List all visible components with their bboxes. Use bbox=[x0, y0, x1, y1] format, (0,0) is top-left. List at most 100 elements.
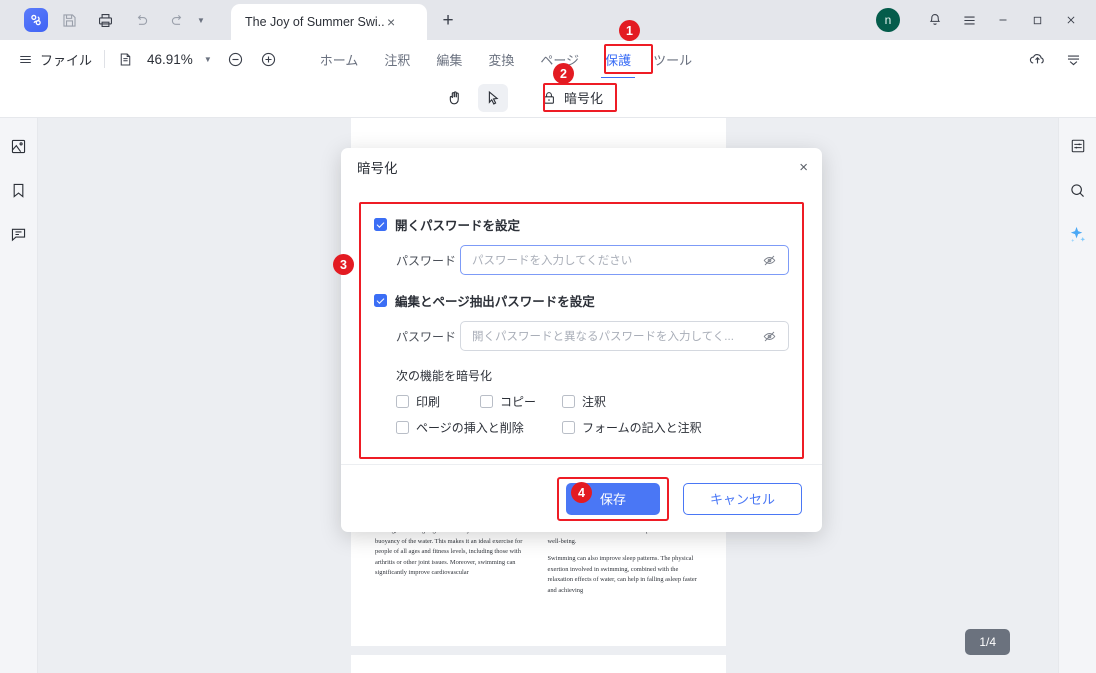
page-layout-icon[interactable] bbox=[117, 51, 134, 68]
search-icon[interactable] bbox=[1066, 178, 1090, 202]
lock-icon bbox=[541, 90, 557, 106]
copy-label: コピー bbox=[500, 395, 537, 409]
permission-print[interactable]: 印刷 bbox=[396, 393, 480, 410]
file-menu-label[interactable]: ファイル bbox=[40, 50, 92, 69]
chevron-down-icon[interactable]: ▼ bbox=[204, 55, 212, 64]
window-controls: n bbox=[876, 0, 1096, 40]
open-password-field-label: パスワード bbox=[396, 253, 457, 268]
open-password-row: パスワード パスワードを入力してください bbox=[396, 245, 789, 275]
zoom-out-button[interactable] bbox=[226, 50, 245, 69]
page-insert-delete-label: ページの挿入と削除 bbox=[416, 421, 524, 435]
permissions-section-label: 次の機能を暗号化 bbox=[396, 369, 493, 383]
save-icon[interactable] bbox=[54, 5, 84, 35]
encrypt-dialog: 暗号化 × 開くパスワードを設定 パスワード パスワードを入力してください 編集… bbox=[341, 148, 822, 532]
permissions-list: 印刷 コピー 注釈 ページの挿入と削除 フォームの記入と注釈 bbox=[396, 393, 789, 436]
edit-password-placeholder: 開くパスワードと異なるパスワードを入力してく... bbox=[472, 331, 734, 343]
ribbon-tabs: ホーム 注釈 編集 変換 ページ 保護 ツール bbox=[320, 50, 718, 80]
edit-password-input[interactable]: 開くパスワードと異なるパスワードを入力してく... bbox=[460, 321, 789, 351]
cloud-upload-icon[interactable] bbox=[1028, 50, 1047, 69]
eye-off-icon[interactable] bbox=[762, 329, 777, 344]
tab-edit[interactable]: 編集 bbox=[436, 50, 462, 69]
page-column-right: hormones. This can elevate mood and prov… bbox=[548, 526, 703, 603]
open-password-checkbox[interactable] bbox=[374, 218, 387, 231]
form-fill-comment-checkbox[interactable] bbox=[562, 421, 575, 434]
comment-icon[interactable] bbox=[7, 222, 31, 246]
app-logo-icon bbox=[24, 8, 48, 32]
file-menu-icon[interactable] bbox=[18, 52, 33, 67]
avatar[interactable]: n bbox=[876, 8, 900, 32]
bookmark-icon[interactable] bbox=[7, 178, 31, 202]
dialog-title: 暗号化 bbox=[357, 161, 398, 176]
ai-sparkle-icon[interactable] bbox=[1066, 222, 1090, 246]
permissions-row-2: ページの挿入と削除 フォームの記入と注釈 bbox=[396, 419, 789, 436]
tab-convert[interactable]: 変換 bbox=[488, 50, 514, 69]
menubar-right-actions bbox=[1028, 50, 1082, 69]
eye-off-icon[interactable] bbox=[762, 253, 777, 268]
open-password-label: 開くパスワードを設定 bbox=[395, 219, 521, 233]
edit-password-checkbox[interactable] bbox=[374, 294, 387, 307]
comment-checkbox[interactable] bbox=[562, 395, 575, 408]
edit-password-checkbox-row[interactable]: 編集とページ抽出パスワードを設定 bbox=[374, 291, 789, 310]
new-tab-button[interactable]: + bbox=[437, 10, 459, 32]
divider bbox=[104, 50, 106, 68]
thumbnails-icon[interactable] bbox=[7, 134, 31, 158]
comment-label: 注釈 bbox=[582, 395, 607, 409]
edit-password-field-label: パスワード bbox=[396, 329, 457, 344]
page-insert-delete-checkbox[interactable] bbox=[396, 421, 409, 434]
undo-icon[interactable] bbox=[126, 5, 156, 35]
collapse-ribbon-icon[interactable] bbox=[1065, 51, 1082, 68]
properties-icon[interactable] bbox=[1066, 134, 1090, 158]
dialog-header: 暗号化 × bbox=[341, 148, 822, 186]
notification-bell-icon[interactable] bbox=[918, 0, 952, 40]
open-password-input[interactable]: パスワードを入力してください bbox=[460, 245, 789, 275]
page-indicator: 1/4 bbox=[965, 629, 1010, 655]
tab-protect[interactable]: 保護 bbox=[601, 50, 636, 80]
zoom-in-button[interactable] bbox=[259, 50, 278, 69]
more-caret-icon[interactable]: ▼ bbox=[192, 5, 210, 35]
edit-password-label: 編集とページ抽出パスワードを設定 bbox=[395, 295, 595, 309]
permission-form-fill-comment[interactable]: フォームの記入と注釈 bbox=[562, 419, 702, 436]
encrypt-button[interactable]: 暗号化 bbox=[534, 85, 610, 110]
permission-page-insert-delete[interactable]: ページの挿入と削除 bbox=[396, 419, 562, 436]
redo-icon[interactable] bbox=[162, 5, 192, 35]
close-icon[interactable]: × bbox=[799, 159, 808, 176]
print-checkbox[interactable] bbox=[396, 395, 409, 408]
print-icon[interactable] bbox=[90, 5, 120, 35]
maximize-button[interactable] bbox=[1020, 0, 1054, 40]
copy-checkbox[interactable] bbox=[480, 395, 493, 408]
permissions-row-1: 印刷 コピー 注釈 bbox=[396, 393, 789, 410]
tab-home[interactable]: ホーム bbox=[320, 50, 359, 69]
title-bar: ▼ The Joy of Summer Swi... × + n bbox=[0, 0, 1096, 40]
open-password-placeholder: パスワードを入力してください bbox=[472, 255, 633, 267]
document-tab[interactable]: The Joy of Summer Swi... × bbox=[231, 4, 427, 40]
close-window-button[interactable] bbox=[1054, 0, 1088, 40]
zoom-level: 46.91% bbox=[147, 51, 193, 67]
step-badge-2: 2 bbox=[553, 63, 574, 84]
close-icon[interactable]: × bbox=[387, 14, 395, 30]
dialog-body: 開くパスワードを設定 パスワード パスワードを入力してください 編集とページ抽出… bbox=[341, 186, 822, 464]
step-badge-3: 3 bbox=[333, 254, 354, 275]
hand-tool-icon[interactable] bbox=[440, 84, 470, 112]
print-label: 印刷 bbox=[416, 395, 441, 409]
tab-comment[interactable]: 注釈 bbox=[384, 50, 410, 69]
pdf-page-2 bbox=[351, 655, 726, 673]
hamburger-menu-icon[interactable] bbox=[952, 0, 986, 40]
step-badge-4: 4 bbox=[571, 482, 592, 503]
form-fill-comment-label: フォームの記入と注釈 bbox=[582, 421, 702, 435]
encryption-options-group: 開くパスワードを設定 パスワード パスワードを入力してください 編集とページ抽出… bbox=[359, 202, 804, 459]
permission-comment[interactable]: 注釈 bbox=[562, 393, 606, 410]
left-sidebar bbox=[0, 118, 38, 673]
tab-tools[interactable]: ツール bbox=[653, 50, 692, 69]
select-tool-icon[interactable] bbox=[478, 83, 508, 112]
paragraph: running, swimming is gentle on the joint… bbox=[375, 527, 523, 577]
tab-title: The Joy of Summer Swi... bbox=[245, 15, 385, 29]
permission-copy[interactable]: コピー bbox=[480, 393, 562, 410]
menu-bar: ファイル 46.91% ▼ ホーム 注釈 編集 変換 ページ 保護 ツール bbox=[0, 40, 1096, 80]
cancel-button[interactable]: キャンセル bbox=[682, 482, 802, 515]
protect-toolbar: 暗号化 bbox=[0, 78, 1096, 118]
open-password-checkbox-row[interactable]: 開くパスワードを設定 bbox=[374, 215, 789, 234]
minimize-button[interactable] bbox=[986, 0, 1020, 40]
right-sidebar bbox=[1058, 118, 1096, 673]
encrypt-label: 暗号化 bbox=[564, 91, 604, 106]
paragraph: Swimming can also improve sleep patterns… bbox=[547, 555, 697, 594]
